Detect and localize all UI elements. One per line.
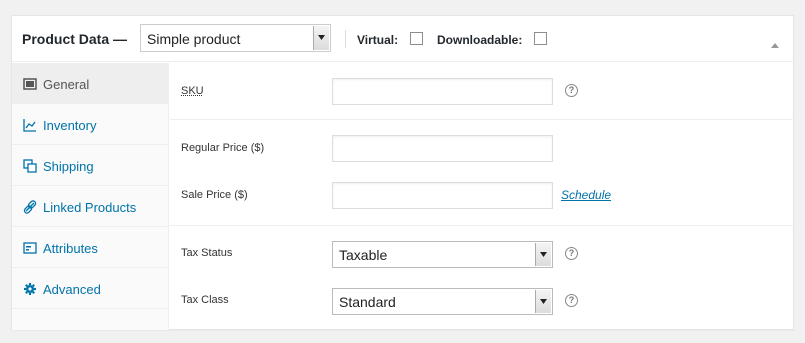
tab-label: Attributes <box>43 241 98 256</box>
general-options-panel: SKU ? Regular Price ($) Sale Price ($) S… <box>170 63 794 330</box>
tab-label: Inventory <box>43 118 97 133</box>
tax-class-value: Standard <box>339 294 396 310</box>
sku-input[interactable] <box>332 78 553 105</box>
sku-section: SKU ? <box>170 63 794 120</box>
inventory-icon <box>23 118 37 132</box>
link-icon <box>23 200 37 214</box>
gear-icon <box>23 282 37 296</box>
tax-status-select[interactable]: Taxable <box>332 241 553 268</box>
tax-class-select[interactable]: Standard <box>332 288 553 315</box>
tab-linked-products[interactable]: Linked Products <box>12 186 168 227</box>
chevron-down-icon[interactable] <box>535 243 551 266</box>
tab-label: Shipping <box>43 159 94 174</box>
downloadable-checkbox[interactable] <box>534 32 547 45</box>
tax-status-value: Taxable <box>339 247 388 263</box>
product-data-panel: Product Data — Simple product Virtual: D… <box>11 15 794 330</box>
regular-price-label: Regular Price ($) <box>181 142 265 154</box>
help-icon[interactable]: ? <box>565 247 578 260</box>
sku-label: SKU <box>181 85 204 97</box>
tab-attributes[interactable]: Attributes <box>12 227 168 268</box>
tab-shipping[interactable]: Shipping <box>12 145 168 186</box>
help-icon[interactable]: ? <box>565 84 578 97</box>
tab-label: Advanced <box>43 282 101 297</box>
price-section: Regular Price ($) Sale Price ($) Schedul… <box>170 120 794 226</box>
tax-class-label: Tax Class <box>181 294 229 306</box>
collapse-arrow-icon[interactable] <box>771 35 779 53</box>
product-type-select[interactable]: Simple product <box>140 24 331 52</box>
tab-general[interactable]: General <box>12 63 168 104</box>
header-divider <box>345 30 346 48</box>
virtual-checkbox[interactable] <box>410 32 423 45</box>
regular-price-input[interactable] <box>332 135 553 162</box>
tab-inventory[interactable]: Inventory <box>12 104 168 145</box>
chevron-down-icon[interactable] <box>313 26 329 50</box>
chevron-down-icon[interactable] <box>535 290 551 313</box>
product-type-value: Simple product <box>147 31 241 47</box>
help-icon[interactable]: ? <box>565 294 578 307</box>
attributes-icon <box>23 241 37 255</box>
shipping-icon <box>23 159 37 173</box>
general-icon <box>23 77 37 91</box>
virtual-label: Virtual: <box>357 33 399 47</box>
tax-section: Tax Status Taxable ? Tax Class Standard … <box>170 226 794 330</box>
panel-title: Product Data — <box>22 31 128 47</box>
tab-advanced[interactable]: Advanced <box>12 268 168 309</box>
product-data-tabs: General Inventory Shipping Linked Produc… <box>12 63 169 330</box>
tax-status-label: Tax Status <box>181 247 233 259</box>
panel-header: Product Data — Simple product Virtual: D… <box>12 16 793 62</box>
downloadable-label: Downloadable: <box>437 33 523 47</box>
tab-label: General <box>43 77 90 92</box>
schedule-link[interactable]: Schedule <box>561 188 611 202</box>
tab-label: Linked Products <box>43 200 137 215</box>
sale-price-input[interactable] <box>332 182 553 209</box>
sale-price-label: Sale Price ($) <box>181 189 248 201</box>
